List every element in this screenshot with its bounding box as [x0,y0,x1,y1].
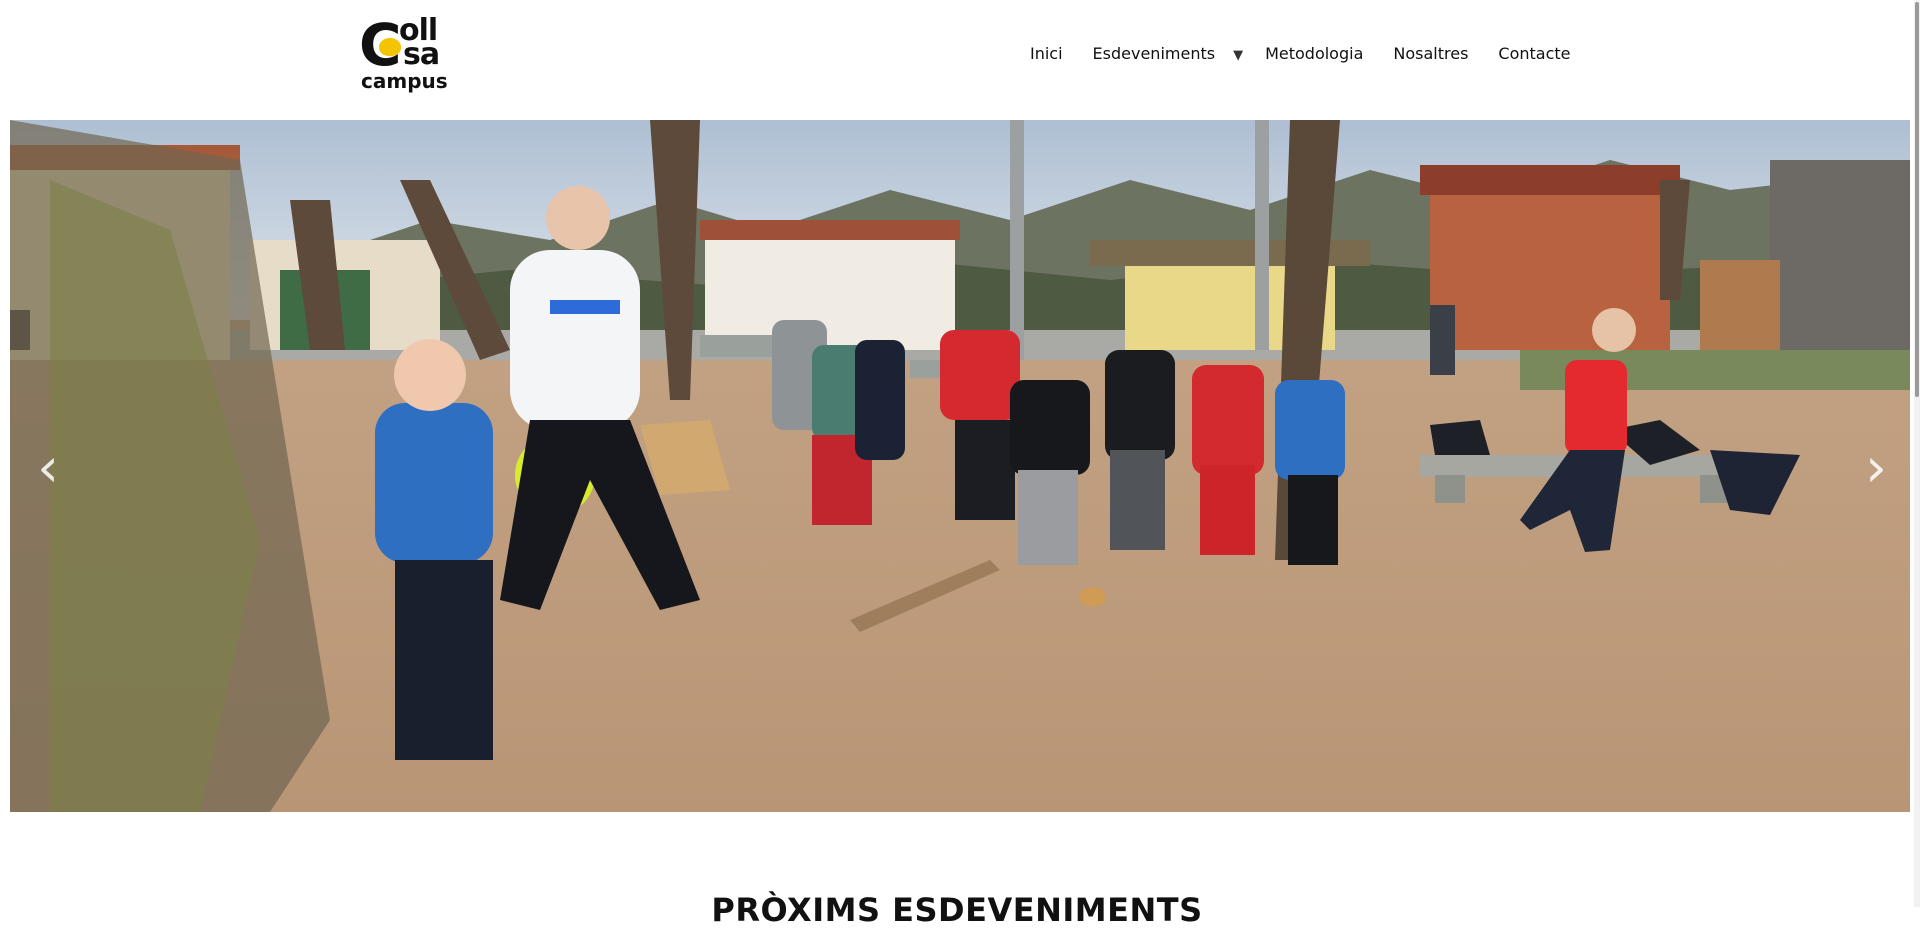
logo-text-campus: campus [361,69,448,93]
nav-item-label: Esdeveniments [1092,43,1216,63]
nav-item-metodologia[interactable]: Metodologia [1265,44,1363,63]
nav-item-label: Inici [1030,43,1063,63]
site-logo[interactable]: C oll sa campus [359,16,471,94]
slider-next-arrow-icon[interactable]: › [1856,438,1896,498]
main-nav: Inici Esdeveniments ▼ Metodologia Nosalt… [1030,40,1571,66]
nav-item-label: Metodologia [1265,43,1364,63]
nav-item-inici[interactable]: Inici [1030,44,1063,63]
page-scrollbar[interactable] [1914,0,1920,907]
site-header: C oll sa campus Inici Esdeveniments ▼ Me… [0,0,1914,120]
scrollbar-thumb[interactable] [1915,2,1919,397]
nav-item-label: Nosaltres [1393,43,1469,63]
upcoming-events-heading: PRÒXIMS ESDEVENIMENTS [711,890,1203,929]
slider-prev-arrow-icon[interactable]: ‹ [28,438,68,498]
hero-slider: ‹ › [10,120,1910,812]
nav-item-contacte[interactable]: Contacte [1498,44,1570,63]
nav-item-esdeveniments[interactable]: Esdeveniments ▼ [1092,43,1244,63]
hero-photo [10,120,1910,812]
chevron-down-icon[interactable]: ▼ [1233,48,1243,63]
logo-squirrel-icon [379,38,401,56]
logo-text-sa: sa [403,37,440,72]
nav-item-nosaltres[interactable]: Nosaltres [1393,44,1468,63]
nav-item-label: Contacte [1498,43,1571,63]
